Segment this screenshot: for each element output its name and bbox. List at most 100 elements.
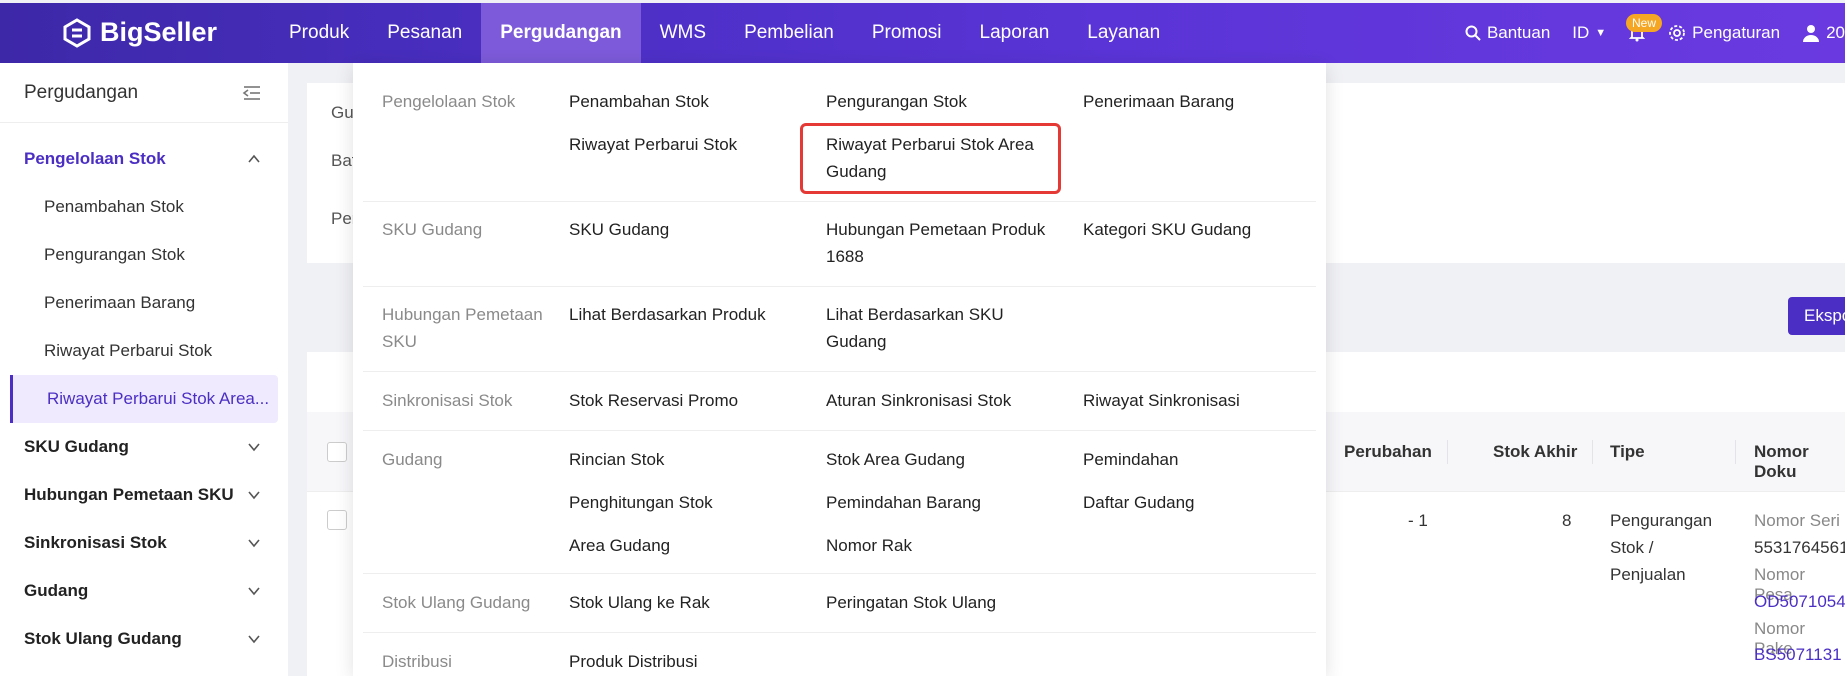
sidebar-group-label: SKU Gudang [24,437,129,456]
row-checkbox[interactable] [327,510,347,530]
top-navbar: BigSeller Produk Pesanan Pergudangan WMS… [0,3,1845,63]
cell-doc-package-link[interactable]: BS5071131 [1754,645,1842,665]
help-button[interactable]: Bantuan [1465,23,1550,43]
menu-category-label: Hubungan Pemetaan SKU [382,305,543,351]
sidebar-group-label: Gudang [24,581,89,600]
menu-section-sinkronisasi-stok: Sinkronisasi Stok Stok Reservasi Promo A… [363,372,1316,431]
cell-tipe-3: Penjualan [1610,565,1686,584]
nav-layanan[interactable]: Layanan [1068,3,1179,63]
language-label: ID [1572,23,1590,42]
column-divider [1735,440,1736,464]
sidebar-group-label: Sinkronisasi Stok [24,533,167,552]
nav-promosi[interactable]: Promosi [853,3,961,63]
settings-button[interactable]: Pengaturan [1668,23,1780,43]
chevron-down-icon [248,443,260,452]
language-select[interactable]: ID ▼ [1572,23,1606,43]
nav-produk[interactable]: Produk [270,3,368,63]
menu-link-kategori-sku-gudang[interactable]: Kategori SKU Gudang [1083,216,1251,243]
cell-doc-serial: 55317645617 [1754,538,1845,557]
menu-link-penghitungan-stok[interactable]: Penghitungan Stok [569,489,713,516]
sidebar: Pergudangan Pengelolaan Stok Penambahan … [0,63,288,676]
col-perubahan: Perubahan [1344,442,1432,461]
menu-link-penerimaan-barang[interactable]: Penerimaan Barang [1083,88,1234,115]
nav-pesanan[interactable]: Pesanan [368,3,481,63]
cell-stok-akhir: 8 [1562,511,1572,530]
menu-link-area-gudang[interactable]: Area Gudang [569,532,670,559]
chevron-down-icon [248,587,260,596]
menu-link-rincian-stok[interactable]: Rincian Stok [569,446,664,473]
select-all-checkbox[interactable] [327,442,347,462]
menu-link-lihat-berdasarkan-produk[interactable]: Lihat Berdasarkan Produk [569,301,766,328]
main-nav: Produk Pesanan Pergudangan WMS Pembelian… [270,3,1179,63]
menu-category-label: Pengelolaan Stok [382,92,516,111]
sidebar-group-gudang[interactable]: Gudang [0,567,288,615]
menu-link-sku-gudang[interactable]: SKU Gudang [569,216,669,243]
sidebar-item-penerimaan-barang[interactable]: Penerimaan Barang [0,279,288,327]
nav-pergudangan[interactable]: Pergudangan [481,3,641,63]
search-icon [1465,25,1481,41]
column-divider [1592,440,1593,464]
menu-category-label: Gudang [382,450,443,469]
sidebar-group-sku-gudang[interactable]: SKU Gudang [0,423,288,471]
nav-laporan[interactable]: Laporan [961,3,1069,63]
sidebar-item-riwayat-perbarui-stok[interactable]: Riwayat Perbarui Stok [0,327,288,375]
chevron-down-icon [248,539,260,548]
sidebar-group-stok-ulang-gudang[interactable]: Stok Ulang Gudang [0,615,288,663]
chevron-down-icon [248,635,260,644]
menu-link-pemindahan-barang[interactable]: Pemindahan Barang [826,489,981,516]
nav-pembelian[interactable]: Pembelian [725,3,853,63]
sidebar-item-pengurangan-stok[interactable]: Pengurangan Stok [0,231,288,279]
menu-link-stok-ulang-ke-rak[interactable]: Stok Ulang ke Rak [569,589,710,616]
menu-link-peringatan-stok-ulang[interactable]: Peringatan Stok Ulang [826,589,996,616]
sidebar-item-penambahan-stok[interactable]: Penambahan Stok [0,183,288,231]
col-tipe: Tipe [1610,442,1645,461]
menu-link-produk-distribusi[interactable]: Produk Distribusi [569,648,698,675]
user-icon [1803,25,1820,42]
menu-category-label: Sinkronisasi Stok [382,391,513,410]
cell-perubahan: - 1 [1408,511,1428,530]
menu-link-stok-reservasi-promo[interactable]: Stok Reservasi Promo [569,387,738,414]
nav-wms[interactable]: WMS [641,3,725,63]
user-menu[interactable]: 20 [1802,23,1845,43]
menu-link-riwayat-sinkronisasi[interactable]: Riwayat Sinkronisasi [1083,387,1240,414]
menu-category-label: Distribusi [382,652,452,671]
sidebar-group-label: Stok Ulang Gudang [24,629,182,648]
cell-doc-label-serial: Nomor Seri [1754,511,1840,530]
cell-doc-order-link[interactable]: OD5071054 [1754,592,1845,612]
bigseller-logo-icon [63,17,91,48]
menu-section-sku-gudang: SKU Gudang SKU Gudang Hubungan Pemetaan … [363,202,1316,287]
new-badge: New [1626,14,1663,32]
bigseller-logo[interactable]: BigSeller [62,17,217,48]
sidebar-group-label: Hubungan Pemetaan SKU [24,485,234,504]
chevron-up-icon [248,154,260,163]
sidebar-group-sinkronisasi-stok[interactable]: Sinkronisasi Stok [0,519,288,567]
menu-link-pengurangan-stok[interactable]: Pengurangan Stok [826,88,967,115]
chevron-down-icon [248,491,260,500]
header-tools: Bantuan ID ▼ Pengaturan 20 [1465,3,1845,63]
menu-category-label: Stok Ulang Gudang [382,593,531,612]
menu-link-daftar-gudang[interactable]: Daftar Gudang [1083,489,1195,516]
sidebar-group-hubungan-pemetaan-sku[interactable]: Hubungan Pemetaan SKU [0,471,288,519]
cell-tipe-1: Pengurangan [1610,511,1713,530]
menu-link-stok-area-gudang[interactable]: Stok Area Gudang [826,446,965,473]
cell-tipe-2: Stok / [1610,538,1654,557]
menu-link-nomor-rak[interactable]: Nomor Rak [826,532,912,559]
help-label: Bantuan [1486,23,1551,42]
menu-link-aturan-sinkronisasi-stok[interactable]: Aturan Sinkronisasi Stok [826,387,1011,414]
collapse-menu-icon[interactable] [242,83,262,103]
export-button[interactable]: Ekspo [1788,297,1845,335]
sidebar-group-label: Pengelolaan Stok [24,149,166,168]
caret-down-icon: ▼ [1595,27,1607,39]
menu-link-riwayat-perbarui-stok[interactable]: Riwayat Perbarui Stok [569,131,737,158]
column-divider [1447,440,1448,464]
sidebar-item-riwayat-perbarui-stok-area[interactable]: Riwayat Perbarui Stok Area... [10,375,278,423]
settings-label: Pengaturan [1692,23,1781,42]
gear-icon [1669,25,1686,41]
filter-label-warehouse: Gu [331,103,354,122]
sidebar-group-pengelolaan-stok[interactable]: Pengelolaan Stok [0,135,288,183]
col-stok-akhir: Stok Akhir [1493,442,1578,461]
menu-link-lihat-berdasarkan-sku-gudang[interactable]: Lihat Berdasarkan SKU Gudang [826,301,1026,355]
menu-link-penambahan-stok[interactable]: Penambahan Stok [569,88,709,115]
menu-link-hubungan-pemetaan-produk-1688[interactable]: Hubungan Pemetaan Produk 1688 [826,216,1056,270]
menu-link-pemindahan[interactable]: Pemindahan [1083,446,1178,473]
